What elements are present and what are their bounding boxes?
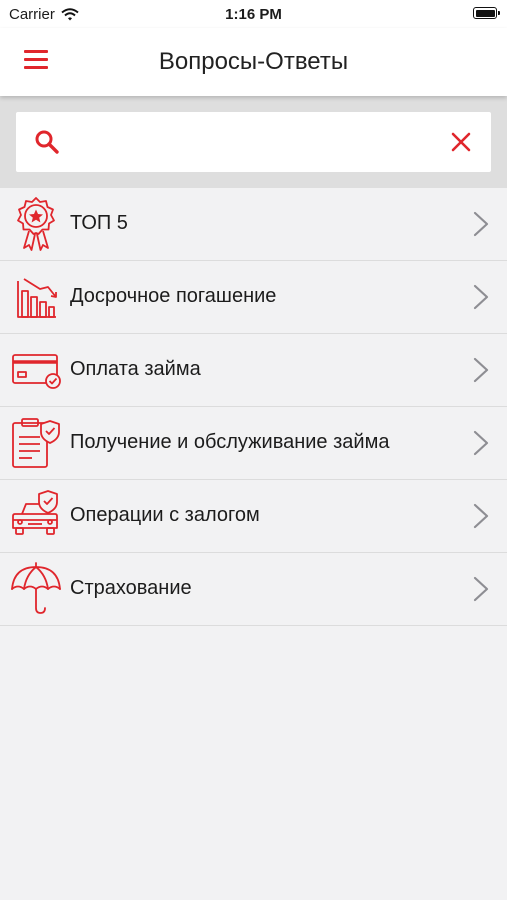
list-item-label: Операции с залогом bbox=[70, 504, 260, 526]
navigation-bar: Вопросы-Ответы bbox=[0, 28, 507, 96]
status-bar: Carrier 1:16 PM bbox=[0, 0, 507, 28]
list-item-early-repayment[interactable]: Досрочное погашение bbox=[0, 261, 507, 334]
umbrella-icon bbox=[11, 562, 61, 614]
list-item-label: Досрочное погашение bbox=[70, 285, 277, 307]
list-item-label: Получение и обслуживание займа bbox=[70, 431, 390, 453]
battery-icon bbox=[473, 7, 500, 19]
search-input[interactable] bbox=[80, 122, 434, 164]
car-shield-icon bbox=[12, 490, 58, 535]
chevron-right-icon bbox=[473, 211, 489, 237]
search-icon bbox=[35, 130, 59, 154]
list-item-loan-payment[interactable]: Оплата займа bbox=[0, 334, 507, 407]
list-item-label: Оплата займа bbox=[70, 358, 201, 380]
clipboard-shield-icon bbox=[12, 418, 60, 468]
chevron-right-icon bbox=[473, 503, 489, 529]
credit-card-check-icon bbox=[12, 354, 61, 389]
chevron-right-icon bbox=[473, 430, 489, 456]
page-title: Вопросы-Ответы bbox=[158, 48, 349, 75]
list-item-loan-service[interactable]: Получение и обслуживание займа bbox=[0, 407, 507, 480]
chevron-right-icon bbox=[473, 576, 489, 602]
award-ribbon-icon bbox=[17, 197, 55, 251]
status-time: 1:16 PM bbox=[225, 6, 282, 23]
declining-bar-chart-icon bbox=[17, 278, 57, 318]
list-item-label: ТОП 5 bbox=[70, 212, 128, 234]
list-item-top5[interactable]: ТОП 5 bbox=[0, 188, 507, 261]
chevron-right-icon bbox=[473, 357, 489, 383]
chevron-right-icon bbox=[473, 284, 489, 310]
list-item-label: Страхование bbox=[70, 577, 192, 599]
search-section bbox=[0, 96, 507, 188]
list-item-collateral[interactable]: Операции с залогом bbox=[0, 480, 507, 553]
faq-category-list: ТОП 5 Досрочное погашение Оплата займа П… bbox=[0, 188, 507, 626]
list-item-insurance[interactable]: Страхование bbox=[0, 553, 507, 626]
search-bar[interactable] bbox=[16, 112, 491, 172]
close-icon[interactable] bbox=[449, 130, 473, 154]
